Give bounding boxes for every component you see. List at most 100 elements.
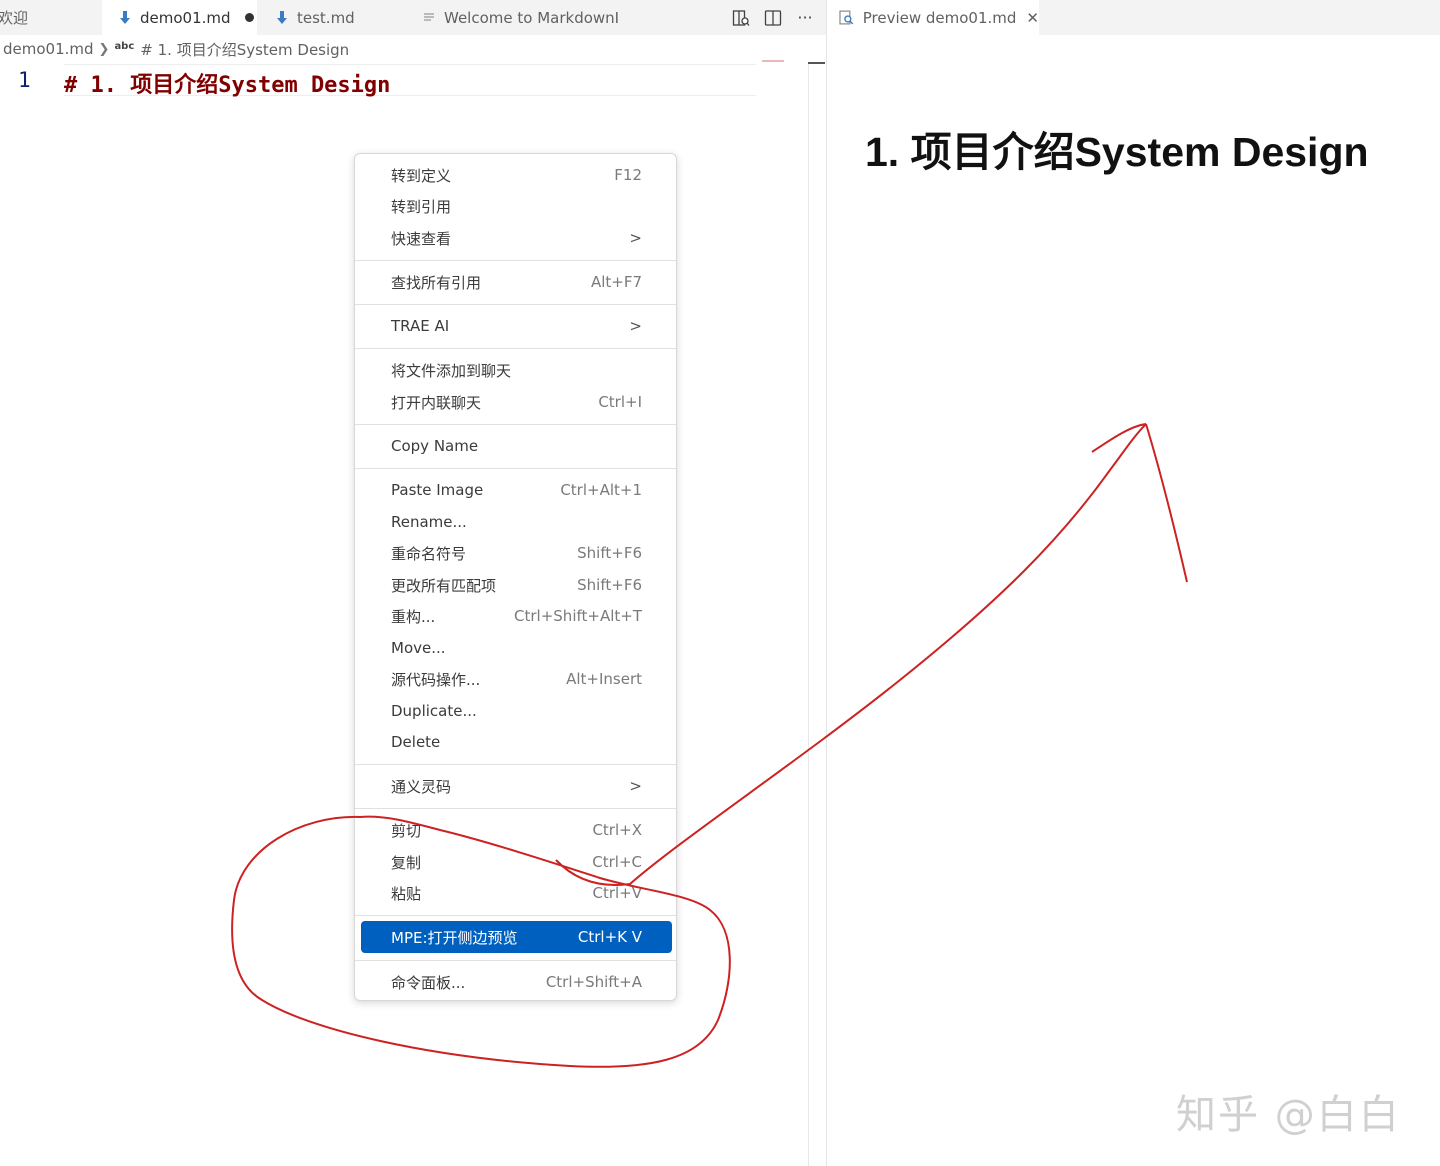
editor-tab-bar: 欢迎 demo01.md test.md Welcome to Markdown…	[0, 0, 826, 35]
chevron-right-icon: >	[629, 777, 642, 795]
menu-item-go-to-references[interactable]: 转到引用	[361, 192, 672, 220]
menu-shortcut: Ctrl+Alt+1	[560, 481, 642, 499]
breadcrumb-file[interactable]: demo01.md	[3, 40, 94, 58]
menu-item-source-action[interactable]: 源代码操作... Alt+Insert	[361, 665, 672, 693]
menu-label: 转到引用	[391, 197, 452, 216]
menu-shortcut: Ctrl+Shift+A	[545, 973, 642, 991]
menu-label: Rename...	[391, 513, 467, 531]
menu-label: Paste Image	[391, 481, 484, 499]
menu-label: 通义灵码	[391, 777, 452, 796]
menu-separator	[355, 808, 676, 809]
menu-label: 剪切	[391, 821, 422, 840]
menu-item-add-file-to-chat[interactable]: 将文件添加到聊天	[361, 356, 672, 384]
menu-item-find-all-references[interactable]: 查找所有引用 Alt+F7	[361, 268, 672, 296]
chevron-right-icon: >	[629, 229, 642, 247]
preview-tab-bar: Preview demo01.md ✕	[827, 0, 1440, 35]
chevron-right-icon: >	[629, 317, 642, 335]
tab-label: Welcome to MarkdownI	[444, 8, 620, 27]
menu-shortcut: Shift+F6	[577, 544, 642, 562]
menu-item-command-palette[interactable]: 命令面板... Ctrl+Shift+A	[361, 968, 672, 996]
menu-label: 粘贴	[391, 884, 422, 903]
unsaved-dot-icon[interactable]	[244, 13, 254, 22]
menu-item-tongyi-lingma[interactable]: 通义灵码 >	[361, 772, 672, 800]
minimap[interactable]	[762, 60, 784, 62]
menu-label: Copy Name	[391, 437, 479, 455]
preview-doc-icon	[422, 10, 436, 26]
menu-item-refactor[interactable]: 重构... Ctrl+Shift+Alt+T	[361, 602, 672, 630]
menu-label: Duplicate...	[391, 702, 477, 720]
menu-label: 转到定义	[391, 166, 452, 185]
tab-test[interactable]: test.md	[257, 0, 402, 35]
line-number: 1	[18, 68, 31, 92]
menu-item-change-all-occurrences[interactable]: 更改所有匹配项 Shift+F6	[361, 571, 672, 599]
tab-demo01[interactable]: demo01.md	[102, 0, 257, 35]
tab-label: Preview demo01.md	[862, 8, 1017, 27]
scrollbar-thumb[interactable]	[808, 62, 825, 64]
chevron-right-icon: ❯	[98, 41, 110, 57]
menu-label: TRAE AI	[391, 317, 450, 335]
menu-separator	[355, 915, 676, 916]
tab-label: test.md	[297, 8, 355, 27]
tab-welcome-markdown[interactable]: Welcome to MarkdownI	[402, 0, 640, 35]
split-editor-icon[interactable]	[762, 7, 784, 29]
string-symbol-icon: abc	[114, 40, 135, 52]
tab-label: demo01.md	[140, 8, 231, 27]
menu-shortcut: Ctrl+I	[598, 393, 642, 411]
breadcrumb: demo01.md ❯ abc # 1. 项目介绍System Design	[0, 37, 349, 61]
markdown-file-icon	[275, 10, 289, 26]
menu-item-rename[interactable]: Rename...	[361, 508, 672, 536]
menu-separator	[355, 304, 676, 305]
menu-item-duplicate[interactable]: Duplicate...	[361, 697, 672, 725]
menu-shortcut: F12	[614, 166, 642, 184]
preview-heading: 1. 项目介绍System Design	[865, 129, 1369, 175]
menu-item-move[interactable]: Move...	[361, 634, 672, 662]
markdown-file-icon	[118, 10, 132, 26]
menu-item-go-to-definition[interactable]: 转到定义 F12	[361, 161, 672, 189]
menu-item-inline-chat[interactable]: 打开内联聊天 Ctrl+I	[361, 388, 672, 416]
preview-pane: Preview demo01.md ✕ 1. 项目介绍System Design	[826, 0, 1440, 1166]
menu-label: 查找所有引用	[391, 273, 482, 292]
menu-label: 命令面板...	[391, 973, 466, 992]
code-text[interactable]: # 1. 项目介绍System Design	[64, 67, 390, 99]
tab-label: 欢迎	[0, 9, 29, 27]
menu-shortcut: Ctrl+X	[592, 821, 642, 839]
menu-label: 重命名符号	[391, 544, 467, 563]
menu-separator	[355, 764, 676, 765]
open-preview-icon[interactable]	[730, 7, 752, 29]
menu-separator	[355, 260, 676, 261]
menu-item-paste-image[interactable]: Paste Image Ctrl+Alt+1	[361, 476, 672, 504]
menu-item-mpe-open-preview[interactable]: MPE:打开侧边预览 Ctrl+K V	[361, 921, 672, 953]
vertical-scrollbar[interactable]	[808, 64, 809, 1166]
menu-shortcut: Ctrl+V	[592, 884, 642, 902]
breadcrumb-symbol[interactable]: # 1. 项目介绍System Design	[140, 39, 349, 60]
code-line[interactable]: 1 # 1. 项目介绍System Design	[0, 64, 756, 99]
menu-item-copy[interactable]: 复制 Ctrl+C	[361, 848, 672, 876]
tab-welcome[interactable]: 欢迎	[0, 0, 98, 35]
menu-separator	[355, 960, 676, 961]
menu-shortcut: Alt+F7	[590, 273, 642, 291]
more-actions-icon[interactable]: ···	[794, 7, 816, 29]
menu-label: Delete	[391, 733, 441, 751]
menu-shortcut: Ctrl+Shift+Alt+T	[514, 607, 642, 625]
menu-label: 复制	[391, 853, 422, 872]
menu-separator	[355, 348, 676, 349]
menu-item-peek[interactable]: 快速查看 >	[361, 224, 672, 252]
editor-actions: ···	[730, 0, 816, 35]
menu-item-rename-symbol[interactable]: 重命名符号 Shift+F6	[361, 539, 672, 567]
close-icon[interactable]: ✕	[1026, 9, 1039, 27]
menu-shortcut: Alt+Insert	[566, 670, 642, 688]
menu-label: 打开内联聊天	[391, 393, 482, 412]
menu-shortcut: Ctrl+C	[592, 853, 642, 871]
menu-item-trae-ai[interactable]: TRAE AI >	[361, 312, 672, 340]
menu-item-delete[interactable]: Delete	[361, 728, 672, 756]
menu-item-cut[interactable]: 剪切 Ctrl+X	[361, 816, 672, 844]
menu-label: 重构...	[391, 607, 436, 626]
tab-preview[interactable]: Preview demo01.md ✕	[827, 0, 1039, 35]
context-menu: 转到定义 F12 转到引用 快速查看 > 查找所有引用 Alt+F7 TRAE AI >…	[354, 153, 677, 1001]
menu-shortcut: Ctrl+K V	[577, 928, 642, 946]
menu-item-paste[interactable]: 粘贴 Ctrl+V	[361, 879, 672, 907]
menu-item-copy-name[interactable]: Copy Name	[361, 432, 672, 460]
menu-shortcut: Shift+F6	[577, 576, 642, 594]
menu-label: 将文件添加到聊天	[391, 361, 512, 380]
menu-separator	[355, 468, 676, 469]
